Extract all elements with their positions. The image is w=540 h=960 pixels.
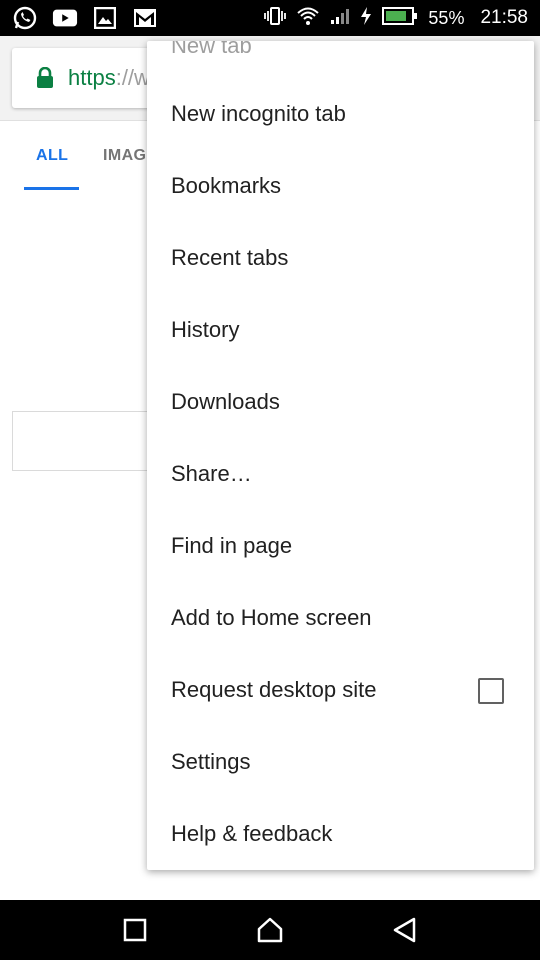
menu-item-find-in-page[interactable]: Find in page: [147, 510, 534, 582]
youtube-icon: [52, 5, 78, 31]
menu-item-label: Help & feedback: [171, 821, 333, 846]
clock: 21:58: [480, 7, 528, 28]
recents-icon[interactable]: [115, 910, 155, 950]
vibrate-icon: [264, 5, 287, 32]
menu-item-label: Find in page: [171, 533, 293, 558]
menu-item-label: Bookmarks: [171, 173, 282, 198]
back-icon[interactable]: [385, 910, 425, 950]
menu-item-request-desktop-site[interactable]: Request desktop site: [147, 654, 534, 726]
menu-item-downloads[interactable]: Downloads: [147, 366, 534, 438]
request-desktop-site-checkbox[interactable]: [478, 678, 504, 704]
active-tab-indicator: [24, 187, 79, 190]
battery-icon: [382, 6, 418, 31]
menu-item-settings[interactable]: Settings: [147, 726, 534, 798]
menu-item-add-to-home-screen[interactable]: Add to Home screen: [147, 582, 534, 654]
menu-item-label: Recent tabs: [171, 245, 289, 270]
menu-item-label: History: [171, 317, 240, 342]
url-scheme: https: [68, 65, 116, 90]
tab-images[interactable]: IMAG: [103, 147, 146, 165]
url-separator: ://: [115, 65, 135, 90]
charging-icon: [360, 6, 372, 31]
menu-item-bookmarks[interactable]: Bookmarks: [147, 150, 534, 222]
menu-item-label: Add to Home screen: [171, 605, 372, 630]
wifi-icon: [296, 6, 320, 31]
menu-item-help-feedback[interactable]: Help & feedback: [147, 798, 534, 870]
battery-percentage: 55%: [428, 7, 465, 28]
menu-item-new-incognito-tab[interactable]: New incognito tab: [147, 78, 534, 150]
menu-item-label: Share…: [171, 461, 252, 486]
gallery-icon: [92, 5, 118, 31]
menu-item-label: New tab: [171, 41, 252, 58]
gmail-icon: [132, 5, 158, 31]
menu-item-history[interactable]: History: [147, 294, 534, 366]
menu-item-label: Request desktop site: [171, 677, 377, 702]
overflow-menu: New tab New incognito tab Bookmarks Rece…: [147, 41, 534, 870]
menu-item-recent-tabs[interactable]: Recent tabs: [147, 222, 534, 294]
menu-item-share[interactable]: Share…: [147, 438, 534, 510]
menu-item-label: New incognito tab: [171, 101, 346, 126]
lock-icon: [28, 61, 62, 95]
navigation-bar: [0, 900, 540, 960]
status-bar: 55% 21:58: [0, 0, 540, 36]
menu-item-label: Settings: [171, 749, 251, 774]
signal-icon: [330, 7, 350, 30]
whatsapp-icon: [12, 5, 38, 31]
menu-item-label: Downloads: [171, 389, 280, 414]
home-icon[interactable]: [250, 910, 290, 950]
tab-all[interactable]: ALL: [36, 147, 68, 165]
menu-item-new-tab[interactable]: New tab: [147, 41, 534, 82]
url-text: https://w: [68, 65, 150, 91]
